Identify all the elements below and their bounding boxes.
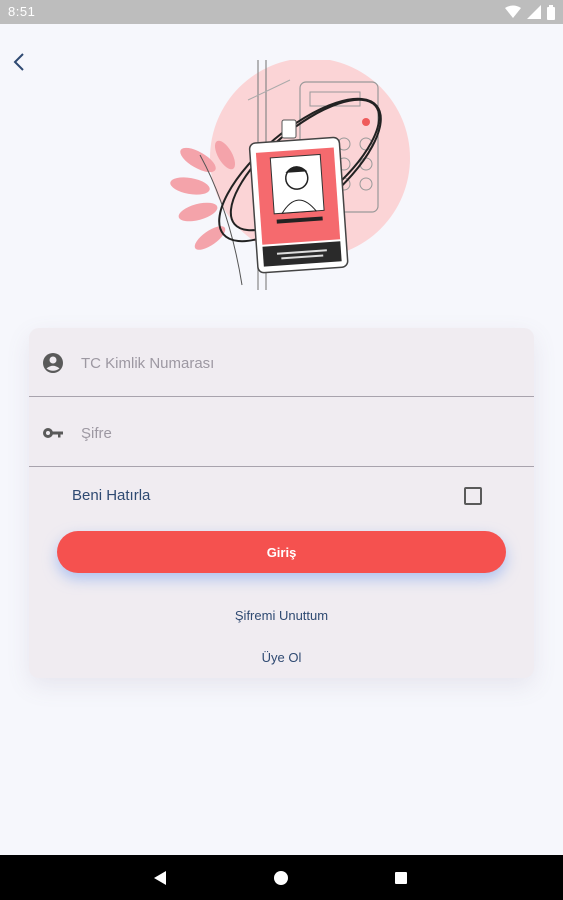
nav-back-icon[interactable] <box>154 871 166 885</box>
back-button[interactable] <box>8 50 32 74</box>
id-card-illustration <box>170 58 410 300</box>
status-icons <box>505 4 555 20</box>
remember-me-label: Beni Hatırla <box>72 487 151 504</box>
login-button[interactable]: Giriş <box>57 531 506 573</box>
login-card: Beni Hatırla Giriş Şifremi Unuttum Üye O… <box>29 328 534 678</box>
nav-home-icon[interactable] <box>274 871 288 885</box>
status-bar: 8:51 <box>0 0 563 24</box>
tc-field <box>29 328 534 397</box>
status-time: 8:51 <box>8 4 36 19</box>
navigation-bar <box>0 855 563 900</box>
password-input[interactable] <box>79 412 513 454</box>
chevron-left-icon <box>13 53 24 71</box>
account-circle-icon <box>43 353 63 373</box>
wifi-icon <box>505 5 521 18</box>
forgot-password-link[interactable]: Şifremi Unuttum <box>29 608 534 623</box>
register-link[interactable]: Üye Ol <box>29 650 534 665</box>
key-icon <box>43 428 63 438</box>
id-card-illustration-art <box>170 58 410 290</box>
nav-recent-apps-icon[interactable] <box>395 872 407 884</box>
tc-input[interactable] <box>79 342 513 384</box>
remember-me-checkbox[interactable] <box>464 487 482 505</box>
password-field <box>29 398 534 467</box>
signal-icon <box>527 5 541 19</box>
battery-icon <box>547 4 555 20</box>
